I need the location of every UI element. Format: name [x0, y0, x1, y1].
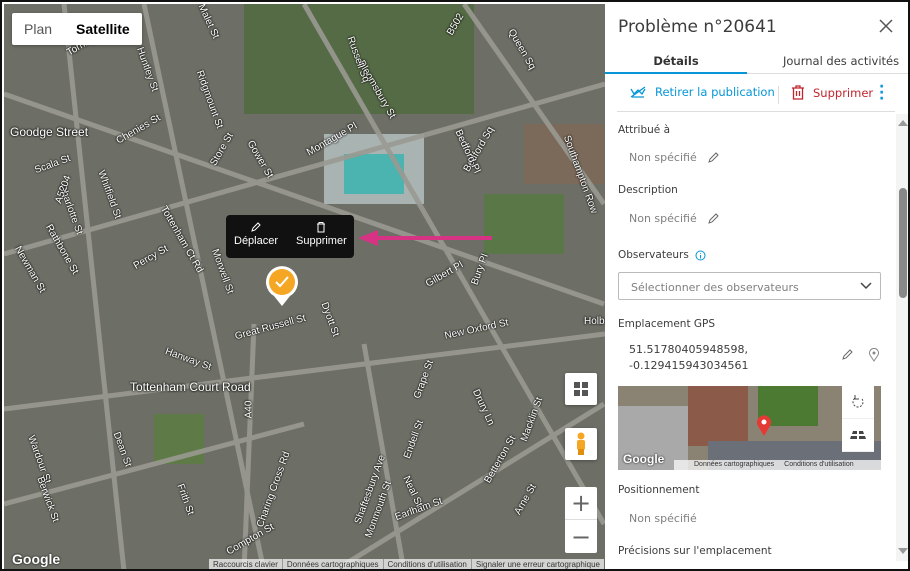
map-attribution: Raccourcis clavier Données cartographiqu… [209, 559, 604, 569]
gps-value: 51.51780405948598, -0.129415943034561 [629, 342, 748, 374]
annotation-arrow [358, 230, 492, 246]
zoom-out-button[interactable]: − [565, 520, 597, 553]
panel-scrollbar[interactable] [896, 114, 908, 561]
details-form: Attribué à Non spécifié Description Non … [605, 114, 895, 561]
gps-actions [841, 348, 880, 362]
location-pin-icon[interactable] [868, 348, 880, 362]
delete-label: Supprimer [813, 85, 874, 100]
scroll-up-icon[interactable] [898, 120, 908, 126]
assigned-field: Non spécifié [629, 151, 720, 164]
minimap-data-link[interactable]: Données cartographiques [694, 460, 774, 470]
delete-issue-button[interactable]: Supprimer [791, 85, 881, 100]
observers-label: Observateurs [618, 249, 689, 261]
divider [778, 86, 779, 104]
move-label: Déplacer [234, 235, 279, 247]
map-layers-button[interactable] [565, 373, 597, 405]
panel-title: Problème n°20641 [618, 17, 777, 37]
chevron-down-icon [860, 282, 872, 290]
delete-label: Supprimer [296, 235, 347, 247]
map-data-link[interactable]: Données cartographiques [283, 559, 384, 569]
issue-detail-panel: Problème n°20641 Détails Journal des act… [605, 4, 908, 569]
map-type-plan[interactable]: Plan [12, 13, 64, 45]
street-view-pegman[interactable] [565, 428, 597, 460]
observers-placeholder: Sélectionner des observateurs [631, 281, 799, 294]
trash-icon [317, 222, 326, 233]
positioning-label: Positionnement [618, 484, 700, 496]
satellite-map[interactable]: Goodge Street Tottenham Court Road Great… [4, 4, 605, 569]
scrollbar-thumb[interactable] [899, 188, 907, 298]
assigned-label: Attribué à [618, 124, 671, 136]
panel-tabs: Détails Journal des activités [605, 50, 908, 74]
action-bar: Retirer la publication Supprimer · · · [617, 76, 895, 112]
pencil-icon [251, 222, 261, 232]
precision-label: Précisions sur l'emplacement [618, 545, 772, 557]
pencil-icon[interactable] [707, 151, 720, 164]
description-label: Description [618, 184, 678, 196]
minimap-controls [842, 386, 874, 452]
tilt-icon [850, 431, 866, 439]
tab-details[interactable]: Détails [605, 54, 747, 74]
more-options-icon[interactable]: · · · [879, 80, 884, 106]
pencil-icon[interactable] [841, 348, 854, 361]
scroll-down-icon[interactable] [898, 548, 908, 554]
description-value: Non spécifié [629, 212, 697, 225]
pencil-icon[interactable] [707, 212, 720, 225]
terms-link[interactable]: Conditions d'utilisation [384, 559, 472, 569]
positioning-value: Non spécifié [629, 512, 697, 525]
grid-icon [574, 382, 588, 396]
map-label: Holb [584, 316, 605, 327]
keyboard-shortcuts-link[interactable]: Raccourcis clavier [209, 559, 283, 569]
google-logo: Google [12, 551, 61, 567]
trash-icon [792, 85, 804, 100]
unpublish-icon [630, 86, 646, 98]
rotate-button[interactable] [842, 386, 874, 419]
unpublish-label: Retirer la publication [655, 85, 775, 99]
zoom-in-button[interactable]: + [565, 487, 597, 520]
report-error-link[interactable]: Signaler une erreur cartographique [472, 559, 604, 569]
map-label: Goodge Street [10, 125, 89, 139]
map-imagery [4, 4, 605, 569]
map-type-toggle: Plan Satellite [12, 13, 142, 45]
minimap-attribution: Données cartographiques Conditions d'util… [674, 460, 881, 470]
rotate-icon [852, 395, 864, 408]
minimap-terms-link[interactable]: Conditions d'utilisation [784, 460, 853, 470]
issue-pin[interactable] [262, 264, 302, 308]
move-pin-button[interactable]: Déplacer [234, 221, 278, 247]
observers-label-row: Observateurs [618, 249, 706, 261]
tab-activity-log[interactable]: Journal des activités [783, 54, 899, 68]
gps-longitude: -0.129415943034561 [629, 359, 749, 372]
pin-action-popup: Déplacer Supprimer [226, 215, 354, 258]
unpublish-button[interactable]: Retirer la publication [629, 85, 775, 99]
map-label: Tottenham Court Road [130, 380, 251, 394]
tilt-button[interactable] [842, 419, 874, 452]
close-icon[interactable] [879, 19, 893, 33]
assigned-value: Non spécifié [629, 151, 697, 164]
description-field: Non spécifié [629, 212, 720, 225]
pegman-icon [577, 432, 585, 455]
app-window: Goodge Street Tottenham Court Road Great… [0, 0, 910, 571]
delete-pin-button[interactable]: Supprimer [296, 221, 347, 247]
gps-label: Emplacement GPS [618, 318, 716, 330]
info-icon[interactable] [695, 250, 706, 261]
location-minimap[interactable]: Google Données cartographiques Conditions… [618, 386, 881, 470]
map-type-satellite[interactable]: Satellite [64, 13, 142, 45]
map-label: A40 [243, 400, 255, 419]
observers-select[interactable]: Sélectionner des observateurs [618, 272, 881, 300]
zoom-controls: + − [565, 487, 597, 553]
gps-latitude: 51.51780405948598, [629, 343, 748, 356]
minimap-google-logo: Google [623, 452, 665, 466]
